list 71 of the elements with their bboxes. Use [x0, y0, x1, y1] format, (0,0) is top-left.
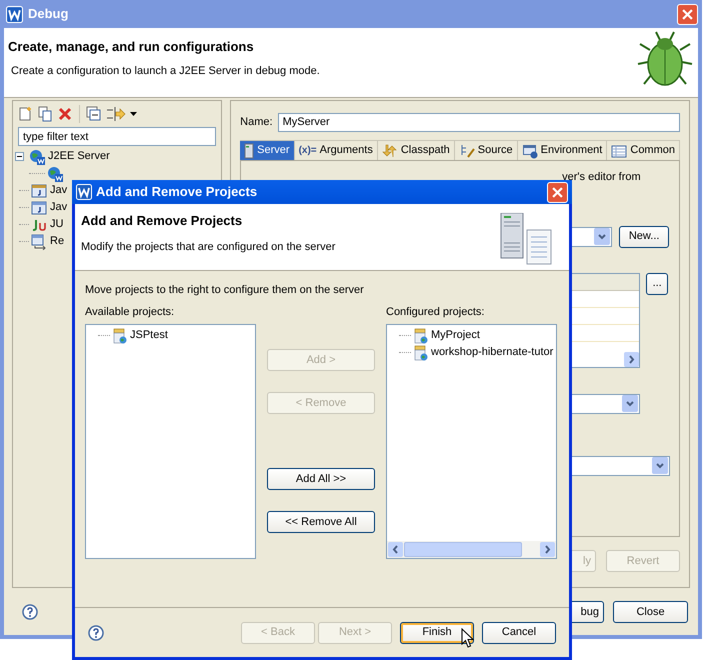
globe-server-icon — [47, 166, 63, 182]
dialog-header-description: Modify the projects that are configured on the server — [81, 240, 336, 254]
tab[interactable]: Common — [607, 140, 680, 160]
project-item[interactable]: workshop-hibernate-tutor — [431, 344, 554, 361]
help-icon[interactable] — [88, 624, 104, 640]
java-application-icon — [31, 200, 47, 216]
table-icon — [611, 142, 628, 158]
scroll-right-icon[interactable] — [540, 542, 555, 557]
name-label: Name: — [240, 114, 273, 130]
app-logo-icon — [6, 6, 23, 22]
tab[interactable]: Server — [240, 140, 295, 160]
project-list[interactable]: MyProject workshop-hibernate-tutor — [386, 324, 557, 559]
project-icon — [414, 344, 428, 360]
source-tree-icon — [458, 142, 475, 158]
filter-icon[interactable] — [106, 106, 126, 122]
configured-projects-label: Configured projects: — [386, 304, 486, 320]
project-item[interactable]: JSPtest — [130, 327, 168, 344]
collapse-icon[interactable] — [15, 152, 24, 161]
project-icon — [414, 328, 428, 344]
horizontal-scrollbar[interactable] — [387, 541, 556, 558]
move-button[interactable]: Add All >> — [267, 468, 375, 490]
filter-field[interactable]: type filter text — [18, 127, 216, 146]
arrows-icon — [382, 142, 398, 158]
available-projects-label: Available projects: — [85, 304, 176, 320]
description-fragment: ver's editor from — [562, 170, 641, 185]
header-description: Create a configuration to launch a J2EE Server in debug mode. — [11, 64, 321, 78]
scroll-right-icon[interactable] — [624, 352, 640, 366]
tab[interactable]: (x)= Arguments — [294, 140, 378, 160]
new-button[interactable]: New... — [619, 226, 670, 248]
close-icon — [552, 186, 563, 198]
tab[interactable]: Classpath — [378, 140, 455, 160]
tree-item[interactable]: J2EE Server — [48, 148, 110, 165]
browse-button[interactable]: ... — [646, 272, 668, 294]
dialog-header-title: Add and Remove Projects — [81, 212, 244, 230]
close-button[interactable] — [677, 4, 698, 24]
copy-icon[interactable] — [37, 106, 53, 122]
close-button[interactable] — [547, 182, 568, 202]
window-title: Debug — [28, 5, 70, 24]
help-icon[interactable] — [22, 604, 38, 620]
header-title: Create, manage, and run configurations — [8, 38, 255, 56]
project-icon — [113, 328, 127, 344]
new-document-icon[interactable] — [17, 106, 33, 122]
tab[interactable]: Environment — [518, 140, 608, 160]
tab[interactable]: Source — [454, 140, 518, 160]
project-item[interactable]: MyProject — [431, 327, 480, 344]
server-tower-icon — [244, 142, 254, 158]
close-dialog-button[interactable]: Close — [613, 601, 688, 623]
instruction-text: Move projects to the right to configure them on the server — [85, 283, 365, 298]
move-button[interactable]: << Remove All — [267, 511, 375, 533]
project-list[interactable]: JSPtest — [85, 324, 256, 559]
scroll-left-icon[interactable] — [388, 542, 403, 557]
tree-item[interactable]: Jav — [50, 182, 68, 199]
delete-icon[interactable] — [57, 106, 73, 122]
tree-item[interactable]: JU — [50, 216, 64, 233]
tree-item[interactable]: Re — [50, 233, 64, 250]
collapse-all-icon[interactable] — [86, 106, 102, 122]
globe-server-icon — [29, 148, 45, 164]
name-field[interactable]: MyServer — [278, 112, 680, 132]
tree-item[interactable]: Jav — [50, 199, 68, 216]
environment-icon — [522, 142, 538, 158]
dialog-button[interactable]: Cancel — [482, 622, 556, 644]
scroll-thumb[interactable] — [404, 542, 522, 557]
close-icon — [682, 8, 693, 20]
mouse-cursor-icon — [461, 628, 474, 649]
remote-app-icon — [31, 234, 47, 250]
dialog-button[interactable]: Finish — [400, 622, 474, 644]
variable-icon: (x)= — [298, 143, 317, 158]
java-applet-icon — [31, 182, 47, 198]
dropdown-arrow-icon[interactable] — [130, 112, 137, 116]
app-logo-icon — [76, 184, 92, 200]
dialog-title: Add and Remove Projects — [96, 183, 258, 202]
